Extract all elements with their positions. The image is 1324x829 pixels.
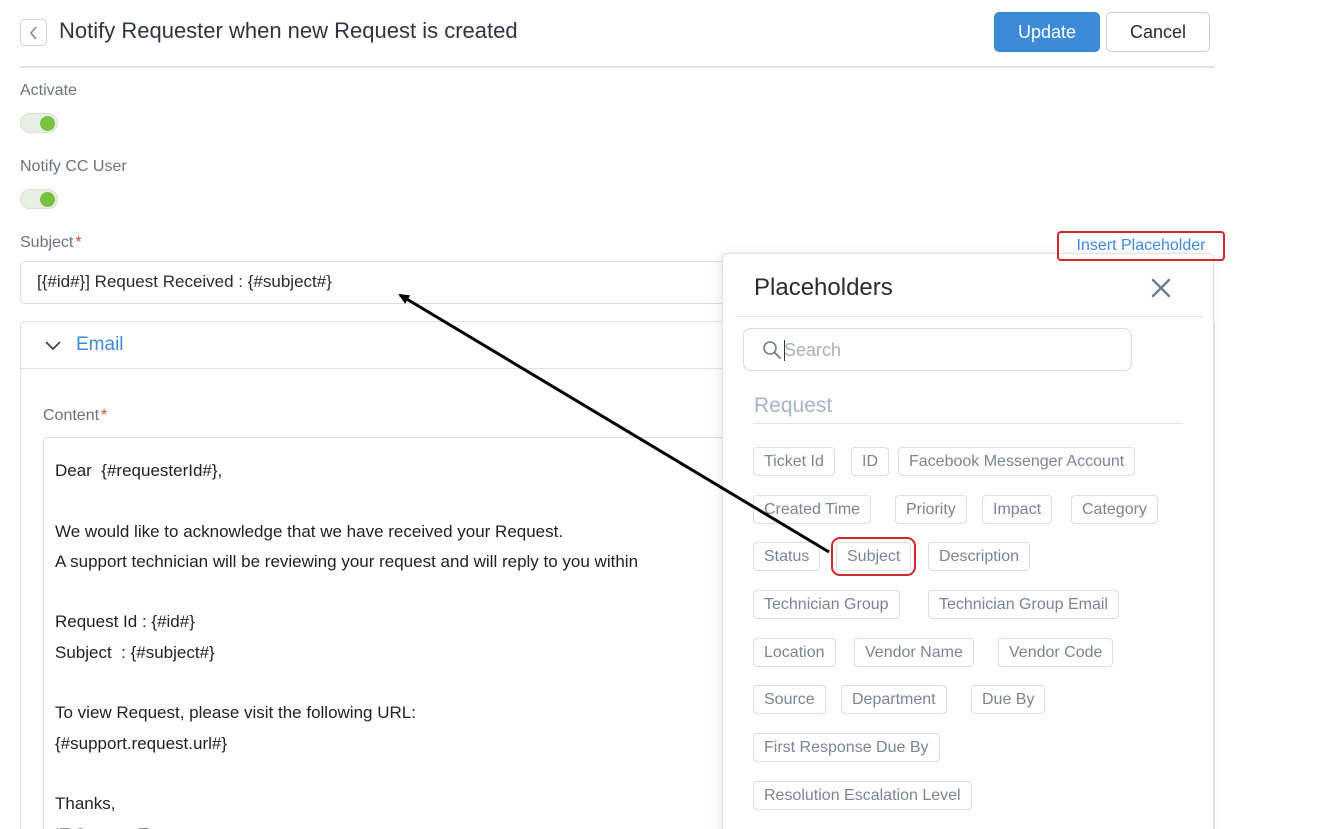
- placeholder-chip-source[interactable]: Source: [753, 685, 826, 714]
- placeholder-chip-priority[interactable]: Priority: [895, 495, 967, 524]
- page-header: Notify Requester when new Request is cre…: [20, 12, 1215, 68]
- placeholder-chip-ticket-id[interactable]: Ticket Id: [753, 447, 835, 476]
- required-mark: *: [75, 234, 82, 251]
- placeholder-chip-facebook-messenger-account[interactable]: Facebook Messenger Account: [898, 447, 1136, 476]
- placeholder-group-title: Request: [754, 394, 833, 417]
- search-input[interactable]: [784, 338, 1104, 362]
- placeholder-chip-status[interactable]: Status: [753, 542, 821, 571]
- close-icon[interactable]: [1150, 277, 1172, 299]
- subject-label-text: Subject: [20, 234, 74, 251]
- placeholder-chip-due-by[interactable]: Due By: [971, 685, 1046, 714]
- notify-cc-toggle[interactable]: [20, 189, 58, 209]
- placeholder-chip-description[interactable]: Description: [928, 542, 1031, 571]
- placeholders-panel: Placeholders Request Ticket Id ID Facebo…: [722, 253, 1214, 829]
- placeholder-chip-vendor-code[interactable]: Vendor Code: [998, 638, 1114, 667]
- chevron-left-icon: [29, 25, 37, 40]
- placeholder-chip-technician-group-email[interactable]: Technician Group Email: [928, 590, 1119, 619]
- placeholder-chip-vendor-name[interactable]: Vendor Name: [854, 638, 974, 667]
- update-button[interactable]: Update: [994, 12, 1100, 52]
- search-icon: [763, 341, 781, 359]
- text-caret: [784, 340, 785, 361]
- toggle-knob: [40, 192, 55, 207]
- placeholder-chip-subject[interactable]: Subject: [830, 537, 917, 576]
- content-label-text: Content: [43, 407, 100, 424]
- divider: [754, 423, 1182, 424]
- required-mark: *: [101, 407, 108, 424]
- activate-label: Activate: [20, 82, 77, 99]
- placeholder-chip-department[interactable]: Department: [841, 685, 947, 714]
- subject-label: Subject *: [20, 234, 82, 252]
- page-title: Notify Requester when new Request is cre…: [59, 18, 518, 43]
- placeholder-chip-created-time[interactable]: Created Time: [753, 495, 872, 524]
- chevron-down-icon: [45, 341, 61, 351]
- placeholder-chip-category[interactable]: Category: [1071, 495, 1158, 524]
- cancel-button[interactable]: Cancel: [1106, 12, 1210, 52]
- placeholder-chip-impact[interactable]: Impact: [982, 495, 1053, 524]
- placeholder-chip-id[interactable]: ID: [851, 447, 889, 476]
- placeholder-chip-technician-group[interactable]: Technician Group: [753, 590, 900, 619]
- back-button[interactable]: [20, 19, 47, 46]
- placeholder-search-box[interactable]: [743, 328, 1132, 371]
- activate-toggle[interactable]: [20, 113, 58, 133]
- placeholder-chip-first-response-due-by[interactable]: First Response Due By: [753, 733, 940, 762]
- content-label: Content *: [43, 407, 107, 425]
- insert-placeholder-link[interactable]: Insert Placeholder: [1057, 231, 1225, 261]
- divider: [735, 316, 1203, 317]
- notify-cc-label: Notify CC User: [20, 158, 127, 175]
- placeholder-chip-resolution-escalation-level[interactable]: Resolution Escalation Level: [753, 781, 972, 810]
- placeholders-title: Placeholders: [754, 274, 893, 301]
- toggle-knob: [40, 116, 55, 131]
- email-section-title: Email: [76, 334, 124, 355]
- placeholder-chip-location[interactable]: Location: [753, 638, 836, 667]
